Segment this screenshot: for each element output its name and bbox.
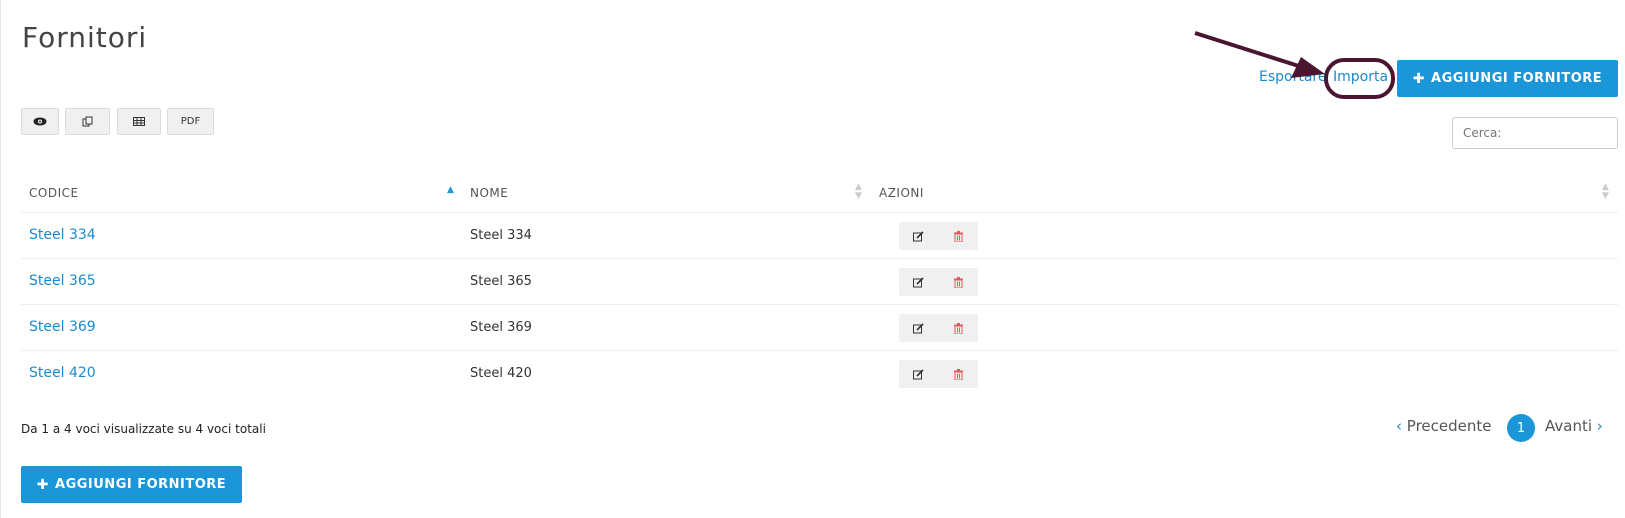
table-info-text: Da 1 a 4 voci visualizzate su 4 voci tot…: [21, 422, 266, 436]
row-divider: [21, 212, 1618, 213]
delete-button[interactable]: [939, 222, 979, 250]
row-divider: [21, 304, 1618, 305]
add-supplier-button-bottom[interactable]: ✚ AGGIUNGI FORNITORE: [21, 466, 242, 503]
supplier-name: Steel 365: [470, 274, 532, 289]
annotation-arrow-line: [1194, 31, 1306, 70]
row-actions: [899, 314, 978, 342]
edit-button[interactable]: [899, 222, 939, 250]
edit-icon: [913, 276, 924, 287]
trash-icon: [953, 368, 963, 380]
next-label: Avanti: [1545, 417, 1593, 435]
plus-icon: ✚: [36, 476, 50, 493]
row-actions: [899, 360, 978, 388]
pagination-next[interactable]: Avanti ›: [1545, 417, 1603, 435]
chevron-right-icon: ›: [1596, 417, 1603, 435]
supplier-name: Steel 369: [470, 320, 532, 335]
row-divider: [21, 350, 1618, 351]
table-icon: [133, 117, 145, 126]
delete-button[interactable]: [939, 268, 979, 296]
toolbar-copy-button[interactable]: [65, 108, 110, 135]
trash-icon: [953, 230, 963, 242]
trash-icon: [953, 276, 963, 288]
edit-button[interactable]: [899, 268, 939, 296]
column-header-azioni[interactable]: AZIONI: [879, 186, 924, 200]
toolbar-view-button[interactable]: [21, 108, 59, 135]
annotation-highlight-ellipse: [1324, 58, 1395, 99]
sort-both-icon[interactable]: ▲ ▼: [1602, 183, 1609, 201]
supplier-code-link[interactable]: Steel 369: [29, 319, 96, 335]
edit-icon: [913, 368, 924, 379]
chevron-left-icon: ‹: [1396, 417, 1402, 435]
delete-button[interactable]: [939, 314, 979, 342]
supplier-code-link[interactable]: Steel 365: [29, 273, 96, 289]
edit-button[interactable]: [899, 360, 939, 388]
delete-button[interactable]: [939, 360, 979, 388]
supplier-name: Steel 334: [470, 228, 532, 243]
copy-icon: [82, 116, 93, 127]
column-header-nome[interactable]: NOME: [470, 186, 508, 200]
row-actions: [899, 222, 978, 250]
sort-asc-icon[interactable]: ▲: [447, 186, 454, 195]
eye-icon: [33, 117, 47, 126]
sort-both-icon[interactable]: ▲ ▼: [855, 183, 862, 201]
edit-icon: [913, 230, 924, 241]
column-header-codice[interactable]: CODICE: [29, 186, 79, 200]
row-actions: [899, 268, 978, 296]
previous-label: Precedente: [1406, 417, 1492, 435]
supplier-code-link[interactable]: Steel 420: [29, 365, 96, 381]
add-supplier-label: AGGIUNGI FORNITORE: [55, 477, 227, 492]
annotation-overlay: [1194, 31, 1395, 99]
toolbar-table-button[interactable]: [117, 108, 161, 135]
supplier-code-link[interactable]: Steel 334: [29, 227, 96, 243]
annotation-arrow-head: [1291, 57, 1325, 78]
toolbar-pdf-button[interactable]: PDF: [167, 108, 214, 135]
search-input[interactable]: [1452, 117, 1618, 149]
trash-icon: [953, 322, 963, 334]
edit-button[interactable]: [899, 314, 939, 342]
edit-icon: [913, 322, 924, 333]
pagination-previous[interactable]: ‹ Precedente: [1396, 417, 1491, 435]
row-divider: [21, 258, 1618, 259]
pdf-label: PDF: [180, 116, 201, 127]
supplier-name: Steel 420: [470, 366, 532, 381]
pagination-page-current[interactable]: 1: [1507, 414, 1535, 442]
